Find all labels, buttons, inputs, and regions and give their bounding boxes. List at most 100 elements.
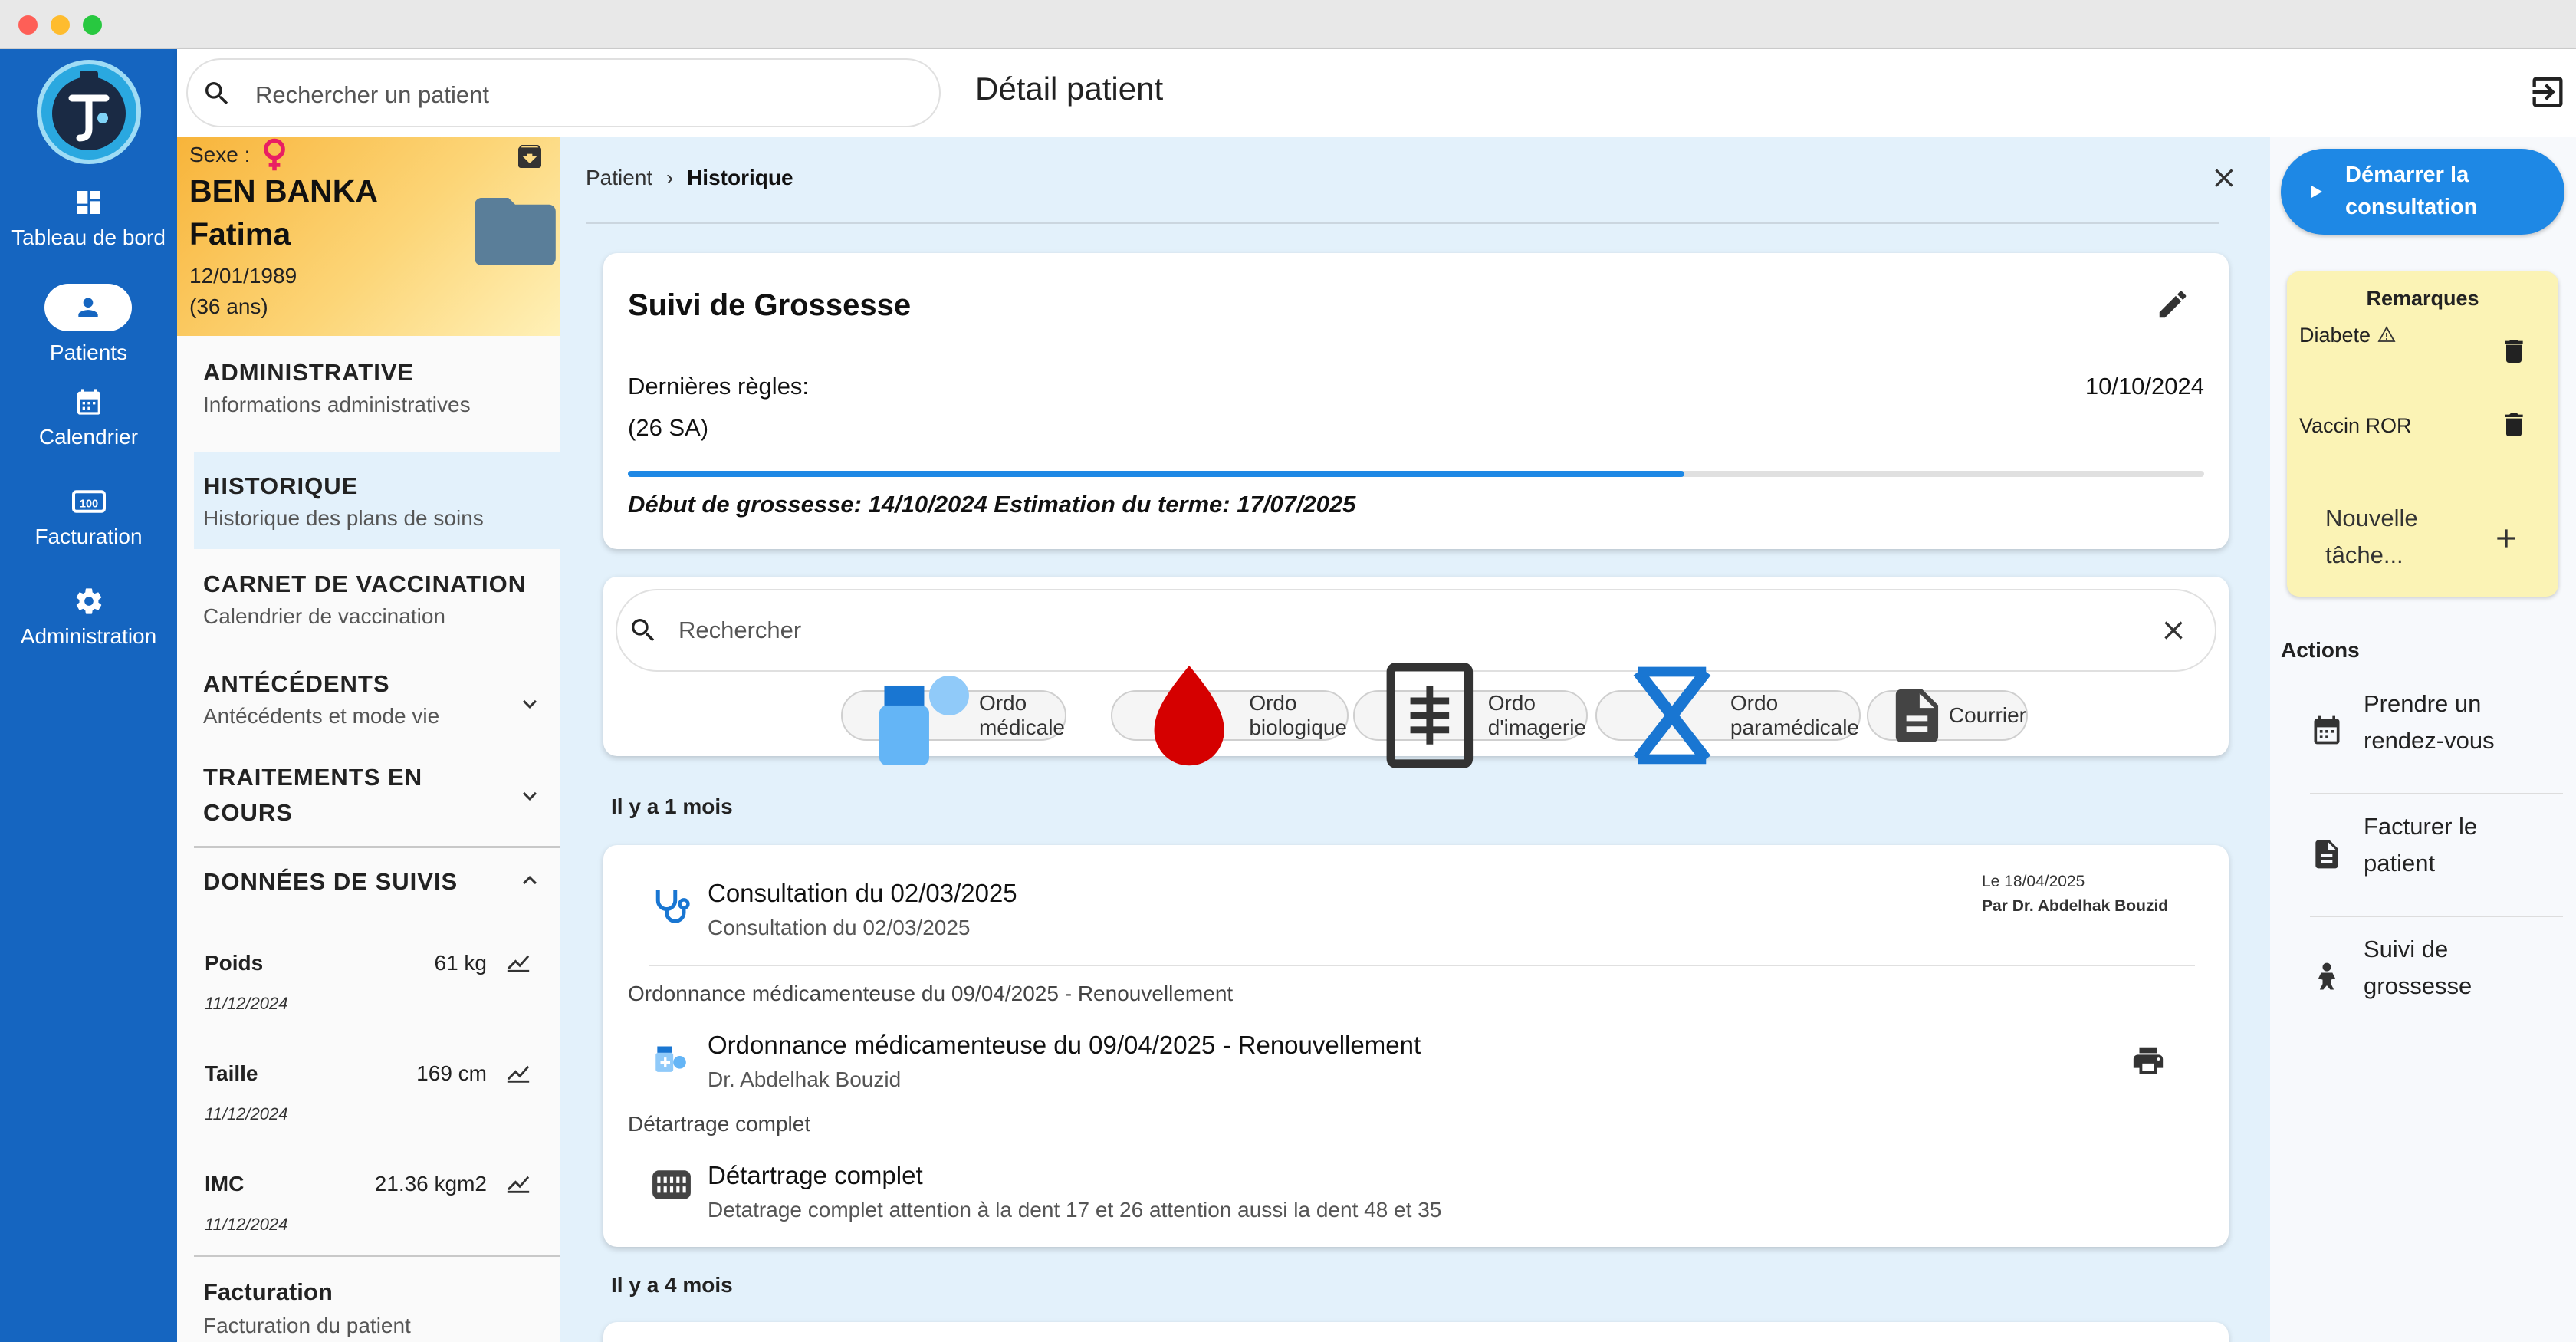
invoice-icon — [2315, 840, 2338, 869]
stethoscope-icon — [656, 890, 690, 923]
nav-patients[interactable]: Patients — [0, 284, 177, 368]
paramedical-icon — [1633, 666, 1711, 765]
chip-courrier[interactable]: Courrier — [1867, 689, 2028, 742]
chip-ordo-medicale-label: Ordo médicale — [978, 691, 1065, 739]
notes-panel: Remarques Diabete Vaccin ROR Nouvelle tâ… — [2287, 271, 2558, 597]
notes-title: Remarques — [2366, 287, 2479, 310]
menu-historique[interactable]: HISTORIQUE Historique des plans de soins — [194, 452, 560, 549]
close-window-icon[interactable] — [18, 15, 38, 35]
minimize-window-icon[interactable] — [51, 15, 70, 35]
metric-weight: Poids 61 kg 11/12/2024 — [177, 949, 560, 1034]
menu-antecedents-title: ANTÉCÉDENTS — [203, 670, 390, 697]
chip-ordo-imagerie-label: Ordo d'imagerie — [1487, 691, 1586, 739]
history-search-input[interactable]: Rechercher — [678, 617, 801, 644]
patient-search[interactable]: Rechercher un patient — [186, 58, 941, 127]
start-consultation-label-2: consultation — [2345, 195, 2478, 219]
nav-administration[interactable]: Administration — [0, 586, 177, 663]
menu-antecedents[interactable]: ANTÉCÉDENTS Antécédents et mode vie — [194, 652, 560, 748]
actions-title: Actions — [2281, 638, 2360, 662]
chip-courrier-label: Courrier — [1948, 703, 2026, 727]
action-appointment-label-2: rendez-vous — [2364, 727, 2495, 754]
breadcrumb-root[interactable]: Patient — [586, 166, 652, 189]
right-panel: Démarrer la consultation Remarques Diabe… — [2270, 137, 2576, 1342]
last-period-date: 10/10/2024 — [2085, 373, 2204, 400]
menu-vaccination-title: CARNET DE VACCINATION — [203, 571, 527, 597]
chart-icon[interactable] — [505, 949, 531, 975]
ordonnance-entry[interactable]: Ordonnance médicamenteuse du 09/04/2025 … — [603, 1014, 2229, 1098]
patient-search-input[interactable]: Rechercher un patient — [255, 81, 489, 109]
action-invoice-label-2: patient — [2364, 850, 2436, 877]
ordonnance-section-label: Ordonnance médicamenteuse du 09/04/2025 … — [628, 982, 1234, 1005]
pregnancy-title: Suivi de Grossesse — [628, 288, 912, 322]
clear-icon[interactable] — [2158, 615, 2189, 646]
female-icon — [264, 138, 285, 171]
chip-ordo-imagerie[interactable]: Ordo d'imagerie — [1353, 663, 1588, 768]
menu-facturation[interactable]: Facturation Facturation du patient — [194, 1255, 560, 1342]
menu-historique-title: HISTORIQUE — [203, 472, 359, 499]
print-icon[interactable] — [2131, 1043, 2166, 1078]
archive-icon[interactable] — [514, 141, 545, 172]
filter-card: Rechercher Ordo médicale Ordo biologique… — [603, 577, 2229, 768]
teeth-icon — [652, 1170, 691, 1199]
breadcrumb-current: Historique — [687, 166, 794, 189]
nav-billing[interactable]: 100 Facturation — [0, 486, 177, 563]
chip-ordo-medicale[interactable]: Ordo médicale — [841, 676, 1066, 765]
action-invoice[interactable]: Facturer le patient — [2310, 804, 2563, 917]
menu-donnees-suivis-title: DONNÉES DE SUIVIS — [203, 868, 458, 895]
chevron-up-icon — [523, 876, 537, 885]
metric-height: Taille 169 cm 11/12/2024 — [177, 1060, 560, 1144]
pregnancy-summary: Début de grossesse: 14/10/2024 Estimatio… — [628, 491, 1356, 518]
nav-patients-label: Patients — [49, 340, 128, 364]
chart-icon[interactable] — [505, 1060, 531, 1086]
action-pregnancy[interactable]: Suivi de grossesse — [2310, 926, 2563, 1040]
logo-stethoscope-icon — [52, 71, 126, 150]
menu-donnees-suivis[interactable]: DONNÉES DE SUIVIS — [194, 851, 560, 913]
delete-icon[interactable] — [2499, 336, 2529, 367]
action-invoice-label-1: Facturer le — [2364, 813, 2478, 840]
menu-administrative[interactable]: ADMINISTRATIVE Informations administrati… — [194, 353, 560, 434]
metric-weight-date: 11/12/2024 — [205, 994, 288, 1013]
note-text: Diabete — [2299, 324, 2371, 347]
note-text: Vaccin ROR — [2299, 414, 2412, 437]
chip-ordo-biologique[interactable]: Ordo biologique — [1111, 665, 1349, 766]
logout-icon[interactable] — [2528, 72, 2568, 112]
metric-bmi-date: 11/12/2024 — [205, 1215, 288, 1234]
menu-traitements-title-1: TRAITEMENTS EN — [203, 764, 423, 791]
baby-icon — [2318, 962, 2335, 990]
consultation-entry[interactable]: Consultation du 02/03/2025 Consultation … — [603, 845, 2229, 952]
metric-bmi: IMC 21.36 kgm2 11/12/2024 — [177, 1170, 560, 1255]
chevron-down-icon — [523, 791, 537, 801]
metric-height-label: Taille — [205, 1061, 258, 1085]
chip-ordo-paramedicale[interactable]: Ordo paramédicale — [1595, 666, 1861, 765]
breadcrumb-separator-icon: › — [665, 166, 674, 189]
consultation-subtitle: Consultation du 02/03/2025 — [708, 916, 971, 939]
breadcrumb: Patient › Historique — [586, 166, 794, 190]
menu-vaccination[interactable]: CARNET DE VACCINATION Calendrier de vacc… — [194, 552, 560, 649]
start-consultation-button[interactable]: Démarrer la consultation — [2281, 149, 2564, 235]
breadcrumb-divider — [586, 222, 2219, 224]
detartrage-title: Détartrage complet — [708, 1161, 923, 1189]
menu-administrative-title: ADMINISTRATIVE — [203, 359, 415, 386]
new-task-label-1: Nouvelle — [2325, 505, 2418, 531]
nav-active-indicator — [44, 284, 132, 331]
chart-icon[interactable] — [505, 1170, 531, 1196]
maximize-window-icon[interactable] — [83, 15, 102, 35]
timeline-card-next — [603, 1322, 2229, 1342]
detartrage-entry[interactable]: Détartrage complet Detatrage complet att… — [603, 1144, 2229, 1229]
medication-icon — [879, 676, 969, 765]
edit-icon[interactable] — [2155, 287, 2190, 322]
nav-dashboard[interactable]: Tableau de bord — [0, 187, 177, 264]
search-icon — [205, 82, 228, 105]
menu-traitements[interactable]: TRAITEMENTS EN COURS — [194, 750, 560, 848]
person-icon — [78, 298, 98, 317]
pregnancy-card: Suivi de Grossesse Dernières règles: 10/… — [603, 253, 2229, 549]
nav-calendar[interactable]: Calendrier — [0, 386, 177, 463]
action-appointment[interactable]: Prendre un rendez-vous — [2310, 681, 2563, 794]
new-task-button[interactable]: Nouvelle tâche... — [2287, 494, 2558, 578]
folder-icon[interactable] — [475, 198, 556, 265]
pregnancy-progress-fill — [628, 471, 1684, 477]
menu-facturation-subtitle: Facturation du patient — [203, 1314, 411, 1337]
delete-icon[interactable] — [2499, 410, 2529, 440]
menu-antecedents-subtitle: Antécédents et mode vie — [203, 704, 440, 728]
close-icon[interactable] — [2209, 163, 2239, 193]
